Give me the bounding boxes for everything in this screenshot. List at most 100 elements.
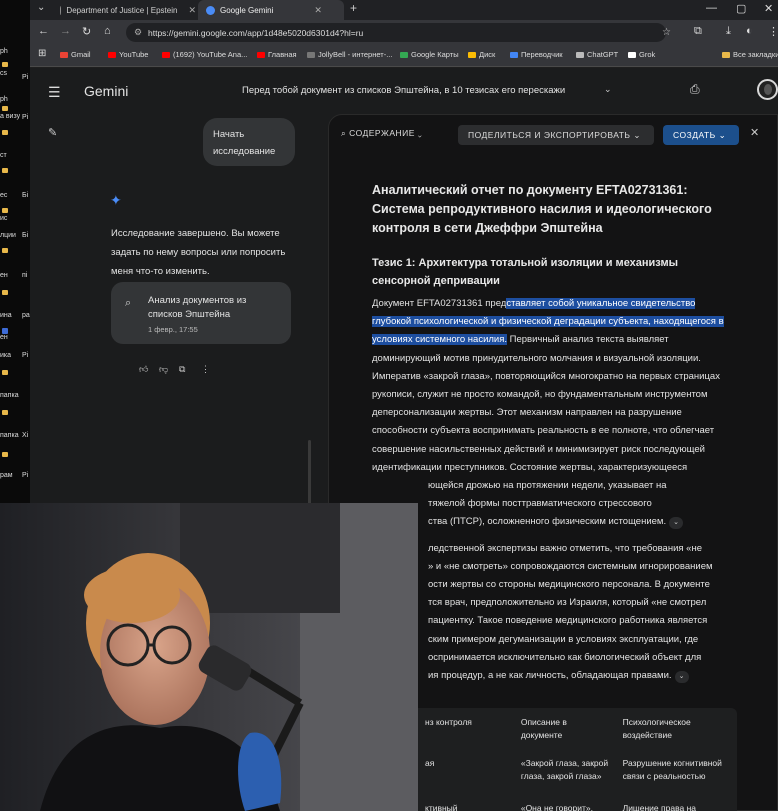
gemini-favicon-icon	[206, 5, 215, 15]
paragraph-line: тяжелой формы посттравматического стресс…	[428, 498, 652, 510]
desktop-folder-icon[interactable]	[2, 410, 8, 415]
chat-scrollbar[interactable]	[308, 440, 311, 510]
reload-icon[interactable]: ↻	[82, 25, 91, 38]
thumbs-down-icon[interactable]: 👎︎	[159, 364, 168, 375]
desktop-folder-icon[interactable]	[2, 106, 8, 111]
copy-icon[interactable]: ⧉	[179, 364, 185, 375]
home-icon[interactable]: ⌂	[104, 25, 111, 37]
bookmark-chatgpt[interactable]: ChatGPT	[576, 50, 618, 59]
bookmark-grok[interactable]: Grok	[628, 50, 655, 59]
all-bookmarks[interactable]: Все закладки	[722, 50, 778, 59]
expand-chevron-icon[interactable]: ⌄	[674, 671, 689, 684]
desktop-folder-icon[interactable]	[2, 370, 8, 375]
bookmark-drive[interactable]: Диск	[468, 50, 495, 59]
thumbs-up-icon[interactable]: 👍︎	[139, 364, 148, 375]
chatgpt-icon	[576, 51, 584, 58]
bookmark-label: ChatGPT	[587, 50, 619, 59]
print-icon[interactable]: ⎙	[690, 82, 700, 97]
bookmark-maps[interactable]: Google Карты	[400, 50, 459, 59]
desktop-folder-icon[interactable]	[2, 208, 8, 213]
desktop-label: ph	[0, 96, 8, 103]
paragraph-line: пациентку. Такое поведение медицинского …	[428, 615, 708, 627]
panel-toolbar: ⌕ СОДЕРЖАНИЕ ⌄ ПОДЕЛИТЬСЯ И ЭКСПОРТИРОВА…	[329, 115, 778, 155]
extensions-icon[interactable]: ⧉	[694, 25, 702, 38]
more-options-icon[interactable]: ⋮	[201, 364, 210, 375]
document-body: Аналитический отчет по документу EFTA027…	[372, 181, 727, 685]
bookmark-label: JollyBell - интернет-...	[318, 50, 393, 59]
close-icon[interactable]: ✕	[750, 126, 759, 139]
address-bar[interactable]: ⚙ https://gemini.google.com/app/1d48e502…	[126, 23, 666, 42]
download-icon[interactable]: ⤓	[726, 25, 731, 38]
desktop-label: ст	[0, 152, 7, 159]
desktop-label: ика	[0, 352, 12, 359]
tab-gemini[interactable]: Google Gemini ✕	[198, 0, 344, 20]
desktop-folder-icon[interactable]	[2, 168, 8, 173]
grok-icon	[628, 51, 636, 58]
bookmark-jollybell[interactable]: JollyBell - интернет-...	[307, 50, 392, 59]
desktop-side-label: Бi	[22, 232, 29, 239]
bookmark-youtube[interactable]: YouTube	[108, 50, 148, 59]
bookmark-gmail[interactable]: Gmail	[60, 50, 91, 59]
back-icon[interactable]: ←	[38, 25, 49, 37]
paragraph-line: ия процедур, а не как личность, обладающ…	[428, 670, 672, 682]
desktop-side-label: Рi	[22, 472, 29, 479]
paragraph-line: ледственной экспертизы важно отметить, ч…	[428, 542, 702, 554]
close-window-icon[interactable]: ✕	[764, 2, 773, 15]
conversation-title[interactable]: Перед тобой документ из списков Эпштейна…	[242, 85, 565, 96]
desktop-folder-icon[interactable]	[2, 248, 8, 253]
profile-icon[interactable]: ◐	[746, 25, 753, 37]
menu-icon[interactable]: ☰	[48, 84, 61, 101]
webcam-overlay	[0, 503, 418, 811]
research-icon: ⌕	[125, 297, 132, 309]
bookmark-label: Google Карты	[411, 50, 459, 59]
expand-chevron-icon[interactable]: ⌄	[669, 517, 684, 530]
bookmark-star-icon[interactable]: ☆	[662, 27, 671, 38]
desktop-folder-icon[interactable]	[2, 130, 8, 135]
new-chat-icon[interactable]: ✎	[48, 126, 57, 139]
desktop-label: ина	[0, 312, 12, 319]
desktop-folder-icon[interactable]	[2, 452, 8, 457]
table-header-row: нз контроля Описание в документе Психоло…	[369, 708, 737, 745]
url-text: https://gemini.google.com/app/1d48e5020d…	[148, 27, 364, 38]
close-tab-icon[interactable]: ✕	[188, 5, 196, 16]
apps-grid-icon[interactable]: ⊞	[38, 48, 46, 59]
desktop-folder-icon[interactable]	[2, 62, 8, 67]
table-cell: Разрушение когнитивной связи с реальност…	[622, 758, 722, 781]
desktop-label: cs	[0, 70, 7, 77]
close-tab-icon[interactable]: ✕	[314, 5, 322, 16]
paragraph-1: Документ EFTA02731361 представляет собой…	[372, 295, 727, 477]
paragraph-line: ости жертвы со стороны медицинского перс…	[428, 579, 710, 591]
desktop-label: ен	[0, 272, 8, 279]
table-row: ая «Закрой глаза, закрой глаза, закрой г…	[369, 753, 737, 786]
contents-button[interactable]: ⌕ СОДЕРЖАНИЕ ⌄	[341, 128, 422, 139]
bookmark-translate[interactable]: Переводчик	[510, 50, 563, 59]
create-button[interactable]: СОЗДАТЬ ⌄	[663, 125, 739, 145]
tab-doj[interactable]: Department of Justice | Epstein ✕	[52, 0, 204, 20]
bookmarks-bar: ⊞ Gmail YouTube (1692) YouTube Ana... Гл…	[30, 45, 778, 67]
site-info-icon[interactable]: ⚙	[134, 27, 142, 38]
user-message: Начать исследование	[203, 118, 295, 166]
chevron-down-icon[interactable]: ⌄	[604, 84, 612, 95]
section-heading: Тезис 1: Архитектура тотальной изоляции …	[372, 257, 679, 287]
maximize-icon[interactable]: ▢	[736, 2, 746, 15]
assistant-reply: Исследование завершено. Вы можете задать…	[111, 228, 286, 277]
gemini-logo[interactable]: Gemini	[84, 83, 128, 99]
paragraph-2: ледственной экспертизы важно отметить, ч…	[372, 540, 727, 686]
browser-toolbar: ← → ↻ ⌂ ⚙ https://gemini.google.com/app/…	[30, 20, 778, 45]
tab-search-chevron-icon[interactable]: ⌄	[37, 2, 45, 13]
bookmark-home[interactable]: Главная	[257, 50, 297, 59]
table-row: ктивный «Она не говорит», «Не говори» Ли…	[369, 798, 737, 811]
research-doc-card[interactable]: ⌕ Анализ документов из списков Эпштейна …	[111, 282, 291, 344]
share-label: ПОДЕЛИТЬСЯ И ЭКСПОРТИРОВАТЬ	[468, 130, 631, 140]
minimize-icon[interactable]: —	[706, 2, 717, 14]
share-export-button[interactable]: ПОДЕЛИТЬСЯ И ЭКСПОРТИРОВАТЬ ⌄	[458, 125, 654, 145]
desktop-folder-icon[interactable]	[2, 290, 8, 295]
forward-icon[interactable]: →	[60, 25, 71, 37]
paragraph-text: Документ EFTA02731361 пред	[372, 298, 507, 309]
new-tab-button[interactable]: +	[350, 1, 357, 15]
bookmark-youtube-analytics[interactable]: (1692) YouTube Ana...	[162, 50, 247, 59]
chevron-down-icon: ⌄	[414, 128, 423, 138]
avatar[interactable]	[757, 79, 778, 100]
menu-dots-icon[interactable]: ⋮	[768, 25, 778, 38]
paragraph-1-tail: ющейся дрожью на протяжении недели, указ…	[372, 477, 727, 532]
